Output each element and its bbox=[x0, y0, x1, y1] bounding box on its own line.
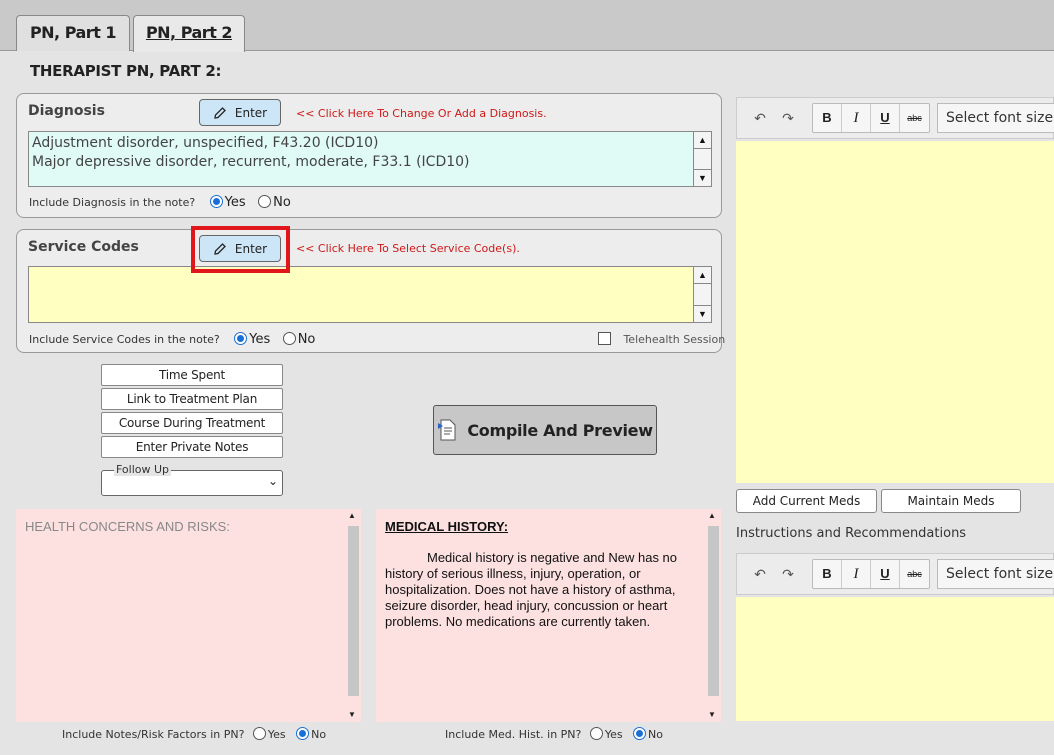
diagnosis-label: Diagnosis bbox=[28, 103, 105, 119]
underline-button[interactable]: U bbox=[871, 560, 900, 588]
include-service-codes-yes-radio[interactable] bbox=[234, 332, 248, 345]
document-icon bbox=[438, 419, 456, 441]
bold-button[interactable]: B bbox=[813, 104, 842, 132]
font-size-select[interactable]: Select font size bbox=[937, 103, 1054, 133]
strikethrough-button[interactable]: abc bbox=[900, 560, 929, 588]
include-diagnosis-no-radio[interactable] bbox=[258, 195, 272, 208]
instructions-editor-area[interactable] bbox=[736, 597, 1054, 721]
undo-icon[interactable]: ↶ bbox=[749, 561, 771, 588]
service-codes-label: Service Codes bbox=[28, 239, 139, 255]
include-med-hist-label: Include Med. Hist. in PN? bbox=[445, 728, 582, 741]
diagnosis-hint: << Click Here To Change Or Add a Diagnos… bbox=[296, 107, 547, 120]
link-treatment-plan-button[interactable]: Link to Treatment Plan bbox=[101, 388, 283, 410]
diagnosis-enter-label: Enter bbox=[234, 105, 268, 120]
health-concerns-placeholder: HEALTH CONCERNS AND RISKS: bbox=[25, 519, 230, 534]
health-concerns-textarea[interactable]: HEALTH CONCERNS AND RISKS: ▲ ▼ bbox=[16, 509, 361, 722]
chevron-down-icon: ⌄ bbox=[267, 474, 278, 488]
scroll-down-icon[interactable]: ▼ bbox=[694, 169, 711, 186]
add-current-meds-button[interactable]: Add Current Meds bbox=[736, 489, 877, 513]
enter-private-notes-button[interactable]: Enter Private Notes bbox=[101, 436, 283, 458]
diagnosis-item: Major depressive disorder, recurrent, mo… bbox=[32, 154, 470, 170]
no-label: No bbox=[273, 195, 291, 210]
undo-icon[interactable]: ↶ bbox=[749, 105, 771, 132]
include-notes-no-radio[interactable] bbox=[296, 727, 310, 740]
editor-toolbar: ↶ ↷ B I U abc Select font size bbox=[736, 97, 1054, 139]
compile-preview-button[interactable]: Compile And Preview bbox=[433, 405, 657, 455]
medical-history-textarea[interactable]: MEDICAL HISTORY: Medical history is nega… bbox=[376, 509, 721, 722]
service-codes-hint: << Click Here To Select Service Code(s). bbox=[296, 242, 520, 255]
medical-history-heading: MEDICAL HISTORY: bbox=[385, 519, 509, 534]
instructions-toolbar: ↶ ↷ B I U abc Select font size bbox=[736, 553, 1054, 595]
page-title: THERAPIST PN, PART 2: bbox=[30, 62, 222, 80]
strikethrough-button[interactable]: abc bbox=[900, 104, 929, 132]
include-notes-yes-radio[interactable] bbox=[252, 727, 266, 740]
no-label: No bbox=[297, 332, 316, 347]
redo-icon[interactable]: ↷ bbox=[777, 561, 799, 588]
diagnosis-list[interactable]: Adjustment disorder, unspecified, F43.20… bbox=[28, 131, 712, 187]
tab-bar: PN, Part 1 PN, Part 2 bbox=[0, 0, 1054, 52]
underline-button[interactable]: U bbox=[871, 104, 900, 132]
scroll-up-icon[interactable]: ▲ bbox=[694, 267, 711, 284]
follow-up-select[interactable]: Follow Up ⌄ bbox=[101, 463, 283, 496]
course-during-treatment-button[interactable]: Course During Treatment bbox=[101, 412, 283, 434]
time-spent-button[interactable]: Time Spent bbox=[101, 364, 283, 386]
compile-preview-label: Compile And Preview bbox=[467, 420, 653, 440]
service-codes-scrollbar[interactable]: ▲ ▼ bbox=[693, 267, 711, 322]
include-diagnosis-yes-radio[interactable] bbox=[209, 195, 223, 208]
yes-label: Yes bbox=[604, 728, 623, 741]
scroll-down-icon[interactable]: ▼ bbox=[694, 305, 711, 322]
scroll-up-icon[interactable]: ▲ bbox=[694, 132, 711, 149]
pencil-icon bbox=[214, 106, 226, 119]
health-concerns-scrollbar[interactable]: ▲ ▼ bbox=[345, 509, 361, 722]
medical-history-scrollbar[interactable]: ▲ ▼ bbox=[705, 509, 721, 722]
yes-label: Yes bbox=[267, 728, 286, 741]
editor-area[interactable] bbox=[736, 141, 1054, 483]
italic-button[interactable]: I bbox=[842, 104, 871, 132]
include-med-hist-yes-radio[interactable] bbox=[589, 727, 603, 740]
telehealth-checkbox[interactable] bbox=[598, 332, 611, 345]
highlight-box bbox=[191, 226, 290, 273]
include-notes-label: Include Notes/Risk Factors in PN? bbox=[62, 728, 245, 741]
service-codes-list[interactable]: ▲ ▼ bbox=[28, 266, 712, 323]
diagnosis-item: Adjustment disorder, unspecified, F43.20… bbox=[32, 135, 379, 151]
no-label: No bbox=[648, 728, 664, 741]
scroll-down-icon[interactable]: ▼ bbox=[348, 710, 356, 719]
include-diagnosis-label: Include Diagnosis in the note? bbox=[29, 196, 196, 209]
diagnosis-panel: Diagnosis Enter << Click Here To Change … bbox=[16, 93, 722, 218]
include-service-codes-label: Include Service Codes in the note? bbox=[29, 333, 220, 346]
no-label: No bbox=[311, 728, 327, 741]
medical-history-body: Medical history is negative and New has … bbox=[385, 550, 678, 629]
follow-up-legend: Follow Up bbox=[114, 463, 172, 476]
diagnosis-scrollbar[interactable]: ▲ ▼ bbox=[693, 132, 711, 186]
maintain-meds-button[interactable]: Maintain Meds bbox=[881, 489, 1021, 513]
yes-label: Yes bbox=[224, 195, 246, 210]
service-codes-panel: Service Codes Enter << Click Here To Sel… bbox=[16, 229, 726, 353]
diagnosis-enter-button[interactable]: Enter bbox=[199, 99, 281, 126]
include-service-codes-no-radio[interactable] bbox=[282, 332, 296, 345]
font-size-select[interactable]: Select font size bbox=[937, 559, 1054, 589]
telehealth-label: Telehealth Session bbox=[623, 333, 726, 346]
scroll-up-icon[interactable]: ▲ bbox=[708, 511, 716, 520]
scroll-up-icon[interactable]: ▲ bbox=[348, 511, 356, 520]
bold-button[interactable]: B bbox=[813, 560, 842, 588]
tab-pn-part-2[interactable]: PN, Part 2 bbox=[133, 15, 245, 52]
tab-pn-part-1[interactable]: PN, Part 1 bbox=[16, 15, 130, 51]
include-med-hist-no-radio[interactable] bbox=[633, 727, 647, 740]
yes-label: Yes bbox=[249, 332, 271, 347]
redo-icon[interactable]: ↷ bbox=[777, 105, 799, 132]
scroll-down-icon[interactable]: ▼ bbox=[708, 710, 716, 719]
italic-button[interactable]: I bbox=[842, 560, 871, 588]
instructions-label: Instructions and Recommendations bbox=[736, 526, 967, 541]
